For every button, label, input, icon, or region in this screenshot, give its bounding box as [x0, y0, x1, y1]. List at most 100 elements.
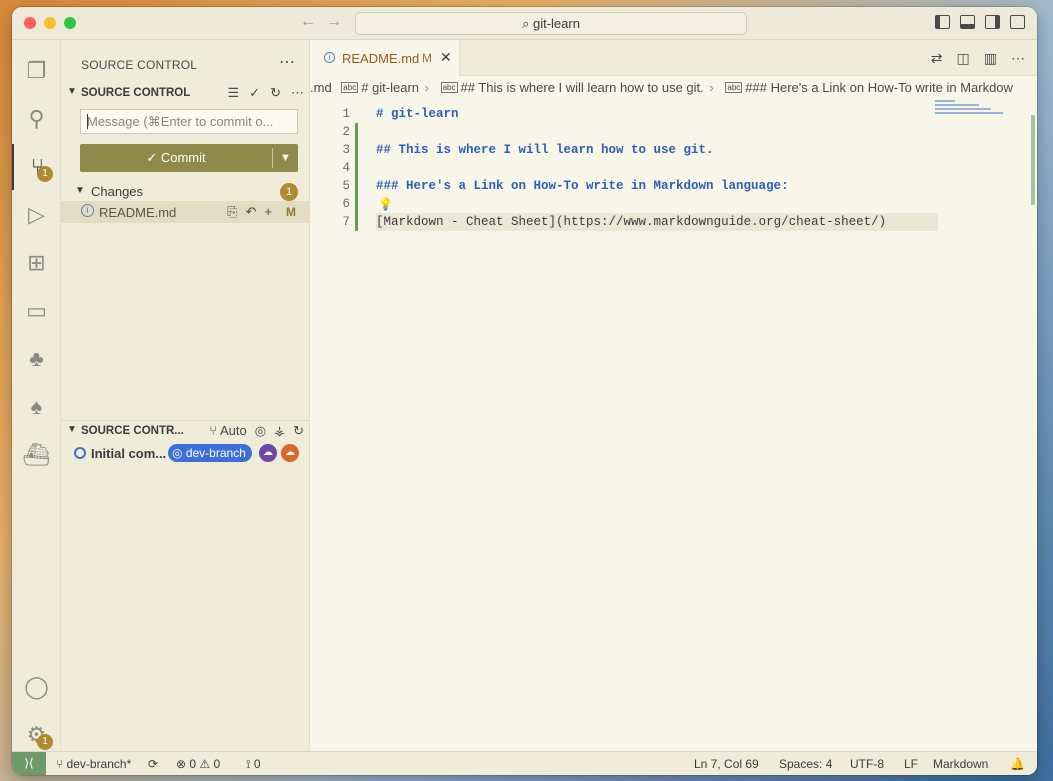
graph-mode-selector[interactable]: ⑂ Auto [209, 423, 246, 439]
view-as-tree-icon[interactable]: ☰ [228, 85, 240, 101]
open-file-icon[interactable]: ⎘ [227, 204, 237, 220]
changes-label: Changes [91, 184, 144, 199]
changes-count-badge: 1 [280, 183, 298, 201]
sidebar-more-icon[interactable]: ⋯ [279, 52, 295, 72]
lightbulb-icon[interactable]: 💡 [378, 197, 393, 212]
fetch-icon[interactable]: ⚶ [274, 423, 285, 439]
changes-group[interactable]: ▼ Changes 1 [61, 181, 310, 203]
graph-commit-row[interactable]: Initial com... ◎ dev-branch ☁ ☁ [61, 443, 310, 465]
more-actions-icon[interactable]: ⋯ [291, 85, 304, 101]
minimap[interactable] [935, 100, 1015, 120]
editor-actions: ⇄ ◫ ▥ ⋯ [931, 50, 1025, 67]
link-url[interactable]: https://www.markdownguide.org/cheat-shee… [564, 215, 879, 229]
chevron-down-icon: ▼ [67, 86, 77, 97]
close-tab-icon[interactable]: ✕ [440, 49, 452, 66]
scrollbar-change-marker[interactable] [1031, 115, 1035, 205]
git-change-indicator[interactable] [355, 195, 358, 213]
editor-area: i README.md M ✕ ⇄ ◫ ▥ ⋯ .md abc # git-lea… [310, 40, 1037, 751]
tab-label: README.md [342, 51, 420, 66]
target-icon[interactable]: ◎ [255, 423, 266, 439]
code-editor[interactable]: 1 # git-learn 2 3 ## This is where I wil… [310, 98, 1020, 698]
remote-indicator-icon[interactable]: ⟩⟨ [12, 752, 46, 775]
branch-badge: ◎ dev-branch [168, 444, 252, 462]
link-text: [Markdown - Cheat Sheet] [376, 215, 557, 229]
refresh-icon[interactable]: ↻ [270, 85, 281, 101]
split-editor-icon[interactable]: ▥ [984, 50, 997, 67]
breadcrumb-item[interactable]: ## This is where I will learn how to use… [461, 80, 704, 95]
symbol-string-icon: abc [725, 82, 743, 93]
search-label: git-learn [532, 16, 580, 31]
breadcrumb-item[interactable]: .md [310, 80, 332, 95]
back-arrow-icon[interactable]: ← [300, 13, 316, 31]
toggle-panel-icon[interactable] [960, 15, 975, 29]
end-of-line[interactable]: LF [904, 757, 918, 771]
command-center-search[interactable]: ⌕ git-learn [355, 12, 747, 35]
editor-more-icon[interactable]: ⋯ [1011, 50, 1025, 67]
symbol-string-icon: abc [440, 82, 458, 93]
link-paren: ) [878, 215, 887, 229]
sourcetree-icon[interactable]: ♠ [12, 384, 61, 430]
branch-status[interactable]: ⑂ dev-branch* [56, 757, 131, 771]
line-text: # git-learn [376, 107, 459, 121]
search-view-icon[interactable]: ⚲ [12, 96, 61, 142]
explorer-icon[interactable]: ❐ [12, 48, 61, 94]
warning-count: 0 [213, 757, 221, 771]
graph-refresh-icon[interactable]: ↻ [293, 423, 304, 439]
git-change-indicator[interactable] [355, 177, 358, 195]
line-number: 5 [342, 179, 350, 193]
toggle-primary-sidebar-icon[interactable] [935, 15, 950, 29]
customize-layout-icon[interactable] [1010, 15, 1025, 29]
tab-readme[interactable]: i README.md M ✕ [310, 40, 460, 76]
vscode-window: ← → ⌕ git-learn ❐ ⚲ ⑂ 1 ▷ ⊞ ▭ ♣ ♠ ⛴ ◯ ⚙ … [12, 7, 1037, 775]
scm-section-label: SOURCE CONTROL [81, 87, 191, 99]
commit-message-input[interactable]: Message (⌘Enter to commit o... [80, 109, 298, 134]
accounts-icon[interactable]: ◯ [12, 664, 61, 710]
breadcrumb-item[interactable]: # git-learn [361, 80, 419, 95]
commit-button[interactable]: ✓ Commit [80, 144, 272, 172]
git-change-indicator[interactable] [355, 141, 358, 159]
breadcrumb-item[interactable]: ### Here's a Link on How-To write in Mar… [745, 80, 1013, 95]
git-change-indicator[interactable] [355, 213, 358, 231]
ports-status[interactable]: ⟟ 0 [246, 757, 261, 772]
discard-changes-icon[interactable]: ↶ [246, 204, 257, 220]
sync-icon[interactable]: ⟳ [148, 757, 158, 771]
git-change-indicator[interactable] [355, 159, 358, 177]
close-window-button[interactable] [24, 17, 36, 29]
changed-file-row[interactable]: i README.md ⎘ ↶ + M [61, 201, 310, 223]
problems-status[interactable]: ⊗ 0 ⚠ 0 [176, 757, 220, 771]
commit-check-icon[interactable]: ✓ [249, 85, 260, 101]
git-change-indicator[interactable] [355, 123, 358, 141]
terraform-icon[interactable]: ♣ [12, 336, 61, 382]
activity-bar: ❐ ⚲ ⑂ 1 ▷ ⊞ ▭ ♣ ♠ ⛴ ◯ ⚙ 1 [12, 40, 61, 751]
notifications-bell-icon[interactable]: 🔔 [1010, 757, 1025, 771]
extensions-icon[interactable]: ⊞ [12, 240, 61, 286]
changed-file-name: README.md [99, 205, 177, 220]
encoding[interactable]: UTF-8 [850, 757, 884, 771]
language-mode[interactable]: Markdown [933, 757, 988, 771]
stage-changes-icon[interactable]: + [264, 204, 272, 220]
remote-explorer-icon[interactable]: ▭ [12, 288, 61, 334]
run-debug-icon[interactable]: ▷ [12, 192, 61, 238]
settings-badge: 1 [37, 734, 53, 750]
scm-section-header[interactable]: ▼ SOURCE CONTROL ☰ ✓ ↻ ⋯ [61, 83, 310, 105]
line-number: 2 [342, 125, 350, 139]
graph-section-header[interactable]: ▼ SOURCE CONTR... ⑂ Auto ◎ ⚶ ↻ [61, 421, 310, 443]
line-number: 4 [342, 161, 350, 175]
commit-dropdown-chevron-icon[interactable]: ▼ [273, 144, 298, 172]
branch-badge-label: dev-branch [185, 446, 246, 460]
docker-icon[interactable]: ⛴ [12, 432, 61, 478]
open-changes-icon[interactable]: ⇄ [931, 50, 943, 67]
maximize-window-button[interactable] [64, 17, 76, 29]
source-control-icon[interactable]: ⑂ 1 [12, 144, 61, 190]
indentation[interactable]: Spaces: 4 [779, 757, 832, 771]
toggle-secondary-sidebar-icon[interactable] [985, 15, 1000, 29]
open-preview-icon[interactable]: ◫ [957, 50, 970, 67]
forward-arrow-icon[interactable]: → [326, 13, 342, 31]
warning-icon: ⚠ [199, 757, 214, 771]
minimize-window-button[interactable] [44, 17, 56, 29]
code-line: 2 [310, 123, 1020, 141]
cursor-position[interactable]: Ln 7, Col 69 [694, 757, 759, 771]
code-line: 3 ## This is where I will learn how to u… [310, 141, 1020, 159]
line-number: 3 [342, 143, 350, 157]
code-line: 4 [310, 159, 1020, 177]
